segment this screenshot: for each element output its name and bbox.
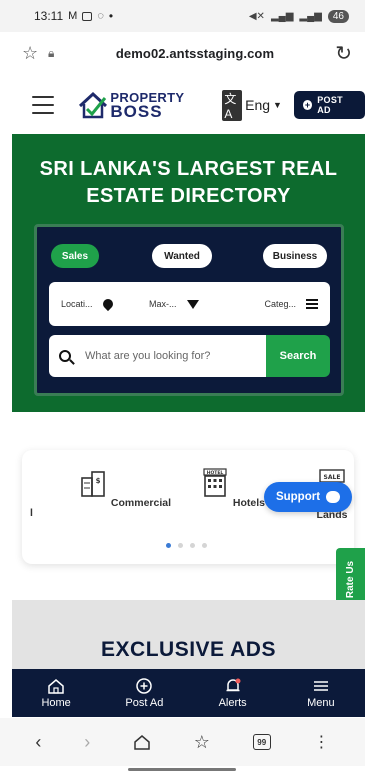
filter-row: Locati... Max-... Categ... [49, 282, 330, 326]
plus-icon: + [302, 100, 313, 110]
post-ad-button[interactable]: + POST AD [293, 91, 365, 119]
hotel-icon: HOTEL [203, 468, 227, 497]
search-row: Search [49, 335, 330, 377]
location-filter[interactable]: Locati... [61, 296, 149, 312]
hero-title: SRI LANKA'S LARGEST REAL ESTATE DIRECTOR… [39, 158, 338, 207]
nav-menu-label: Menu [307, 696, 335, 709]
carousel-dot[interactable] [190, 543, 195, 548]
carousel-dot[interactable] [202, 543, 207, 548]
translate-icon: 文A [222, 89, 243, 121]
max-price-filter-label: Max-... [149, 299, 177, 309]
caret-down-icon: ▼ [273, 100, 282, 110]
carousel-dot[interactable] [178, 543, 183, 548]
category-hotels[interactable]: HOTEL Hotels [200, 468, 265, 509]
carousel-dot[interactable] [166, 543, 171, 548]
nav-home[interactable]: Home [12, 669, 100, 717]
star-icon[interactable]: ☆ [22, 43, 48, 64]
listing-type-tabs: Sales Wanted Business [49, 244, 329, 268]
mute-icon: ◀✕ [248, 10, 265, 22]
hero-section: SRI LANKA'S LARGEST REAL ESTATE DIRECTOR… [12, 134, 365, 412]
nav-home-label: Home [41, 696, 71, 709]
tab-sales[interactable]: Sales [51, 244, 99, 268]
signal-icon: ▂▄▆ [270, 10, 294, 22]
tab-switcher-button[interactable]: 99 [252, 734, 271, 750]
filter-funnel-icon [186, 299, 199, 309]
carousel-dots [166, 543, 207, 548]
category-partial-label: l [30, 507, 33, 519]
language-selector[interactable]: 文A Eng ▼ [222, 89, 282, 121]
status-bar: 13:11 M ◌ • ◀✕ ▂▄▆ ▂▄▆ 46 [0, 0, 365, 32]
status-time: 13:11 [34, 9, 64, 23]
category-hotels-label: Hotels [232, 497, 266, 509]
category-filter[interactable]: Categ... [241, 299, 318, 309]
nav-post-ad-label: Post Ad [125, 696, 164, 709]
status-dot: • [108, 9, 114, 23]
menu-icon [313, 680, 328, 691]
svg-text:$: $ [96, 477, 101, 485]
url-bar[interactable]: ☆ 🔒︎ demo02.antsstaging.com ↻ [22, 36, 352, 70]
home-indicator [128, 768, 236, 771]
nav-menu[interactable]: Menu [277, 669, 365, 717]
category-commercial-label: Commercial [110, 497, 172, 509]
max-price-filter[interactable]: Max-... [149, 299, 241, 309]
hamburger-menu-icon[interactable] [32, 96, 55, 114]
language-label: Eng [245, 97, 271, 113]
search-button[interactable]: Search [266, 335, 330, 377]
hotel-sign-text: HOTEL [207, 470, 224, 476]
home-icon [48, 678, 64, 694]
location-pin-icon [100, 296, 115, 312]
reload-icon[interactable]: ↻ [326, 41, 352, 66]
support-label: Support [275, 491, 321, 503]
post-ad-label: POST AD [317, 95, 343, 115]
back-icon[interactable]: ‹ [35, 732, 41, 753]
search-input[interactable] [85, 350, 245, 362]
linkedin-icon [82, 11, 93, 21]
url-text[interactable]: demo02.antsstaging.com [64, 46, 326, 61]
search-icon [59, 350, 71, 362]
signal-icon-2: ▂▄▆ [299, 10, 322, 22]
forward-icon[interactable]: › [84, 732, 90, 753]
browser-home-icon[interactable] [133, 734, 151, 750]
battery-indicator: 46 [327, 9, 349, 23]
logo[interactable]: PROPERTY BOSS [78, 85, 184, 125]
commercial-building-icon: $ [81, 471, 105, 497]
tab-wanted[interactable]: Wanted [152, 244, 212, 268]
list-icon [306, 299, 318, 309]
nav-alerts-label: Alerts [218, 696, 247, 709]
bell-icon [226, 678, 241, 691]
browser-toolbar: ‹ › ☆ 99 ⋮ [0, 718, 365, 766]
bookmark-add-icon[interactable]: ☆ [194, 732, 210, 753]
nav-alerts[interactable]: Alerts [189, 669, 277, 717]
logo-line2: BOSS [110, 102, 163, 121]
support-button[interactable]: Support [264, 482, 352, 512]
exclusive-section: EXCLUSIVE ADS [12, 600, 365, 670]
tab-business[interactable]: Business [263, 244, 327, 268]
search-input-wrap [49, 335, 266, 377]
plus-circle-icon [136, 677, 153, 694]
category-filter-label: Categ... [264, 299, 296, 309]
site-header: PROPERTY BOSS 文A Eng ▼ + POST AD [12, 78, 365, 132]
bottom-nav: Home Post Ad Alerts Menu [12, 669, 365, 717]
gmail-icon: M [68, 10, 78, 22]
house-logo-icon [79, 91, 108, 119]
rate-us-label: Rate Us [345, 560, 356, 598]
nav-post-ad[interactable]: Post Ad [100, 669, 188, 717]
whatsapp-icon: ◌ [97, 10, 104, 22]
location-filter-label: Locati... [61, 299, 93, 309]
sale-sign-text: SALE [324, 474, 341, 481]
search-box: Sales Wanted Business Locati... Max-... … [34, 224, 344, 396]
overflow-menu-icon[interactable]: ⋮ [314, 732, 330, 752]
exclusive-title: EXCLUSIVE ADS [101, 638, 276, 661]
category-commercial[interactable]: $ Commercial [78, 468, 171, 509]
chat-icon [326, 491, 341, 503]
lock-icon[interactable]: 🔒︎ [48, 46, 64, 61]
